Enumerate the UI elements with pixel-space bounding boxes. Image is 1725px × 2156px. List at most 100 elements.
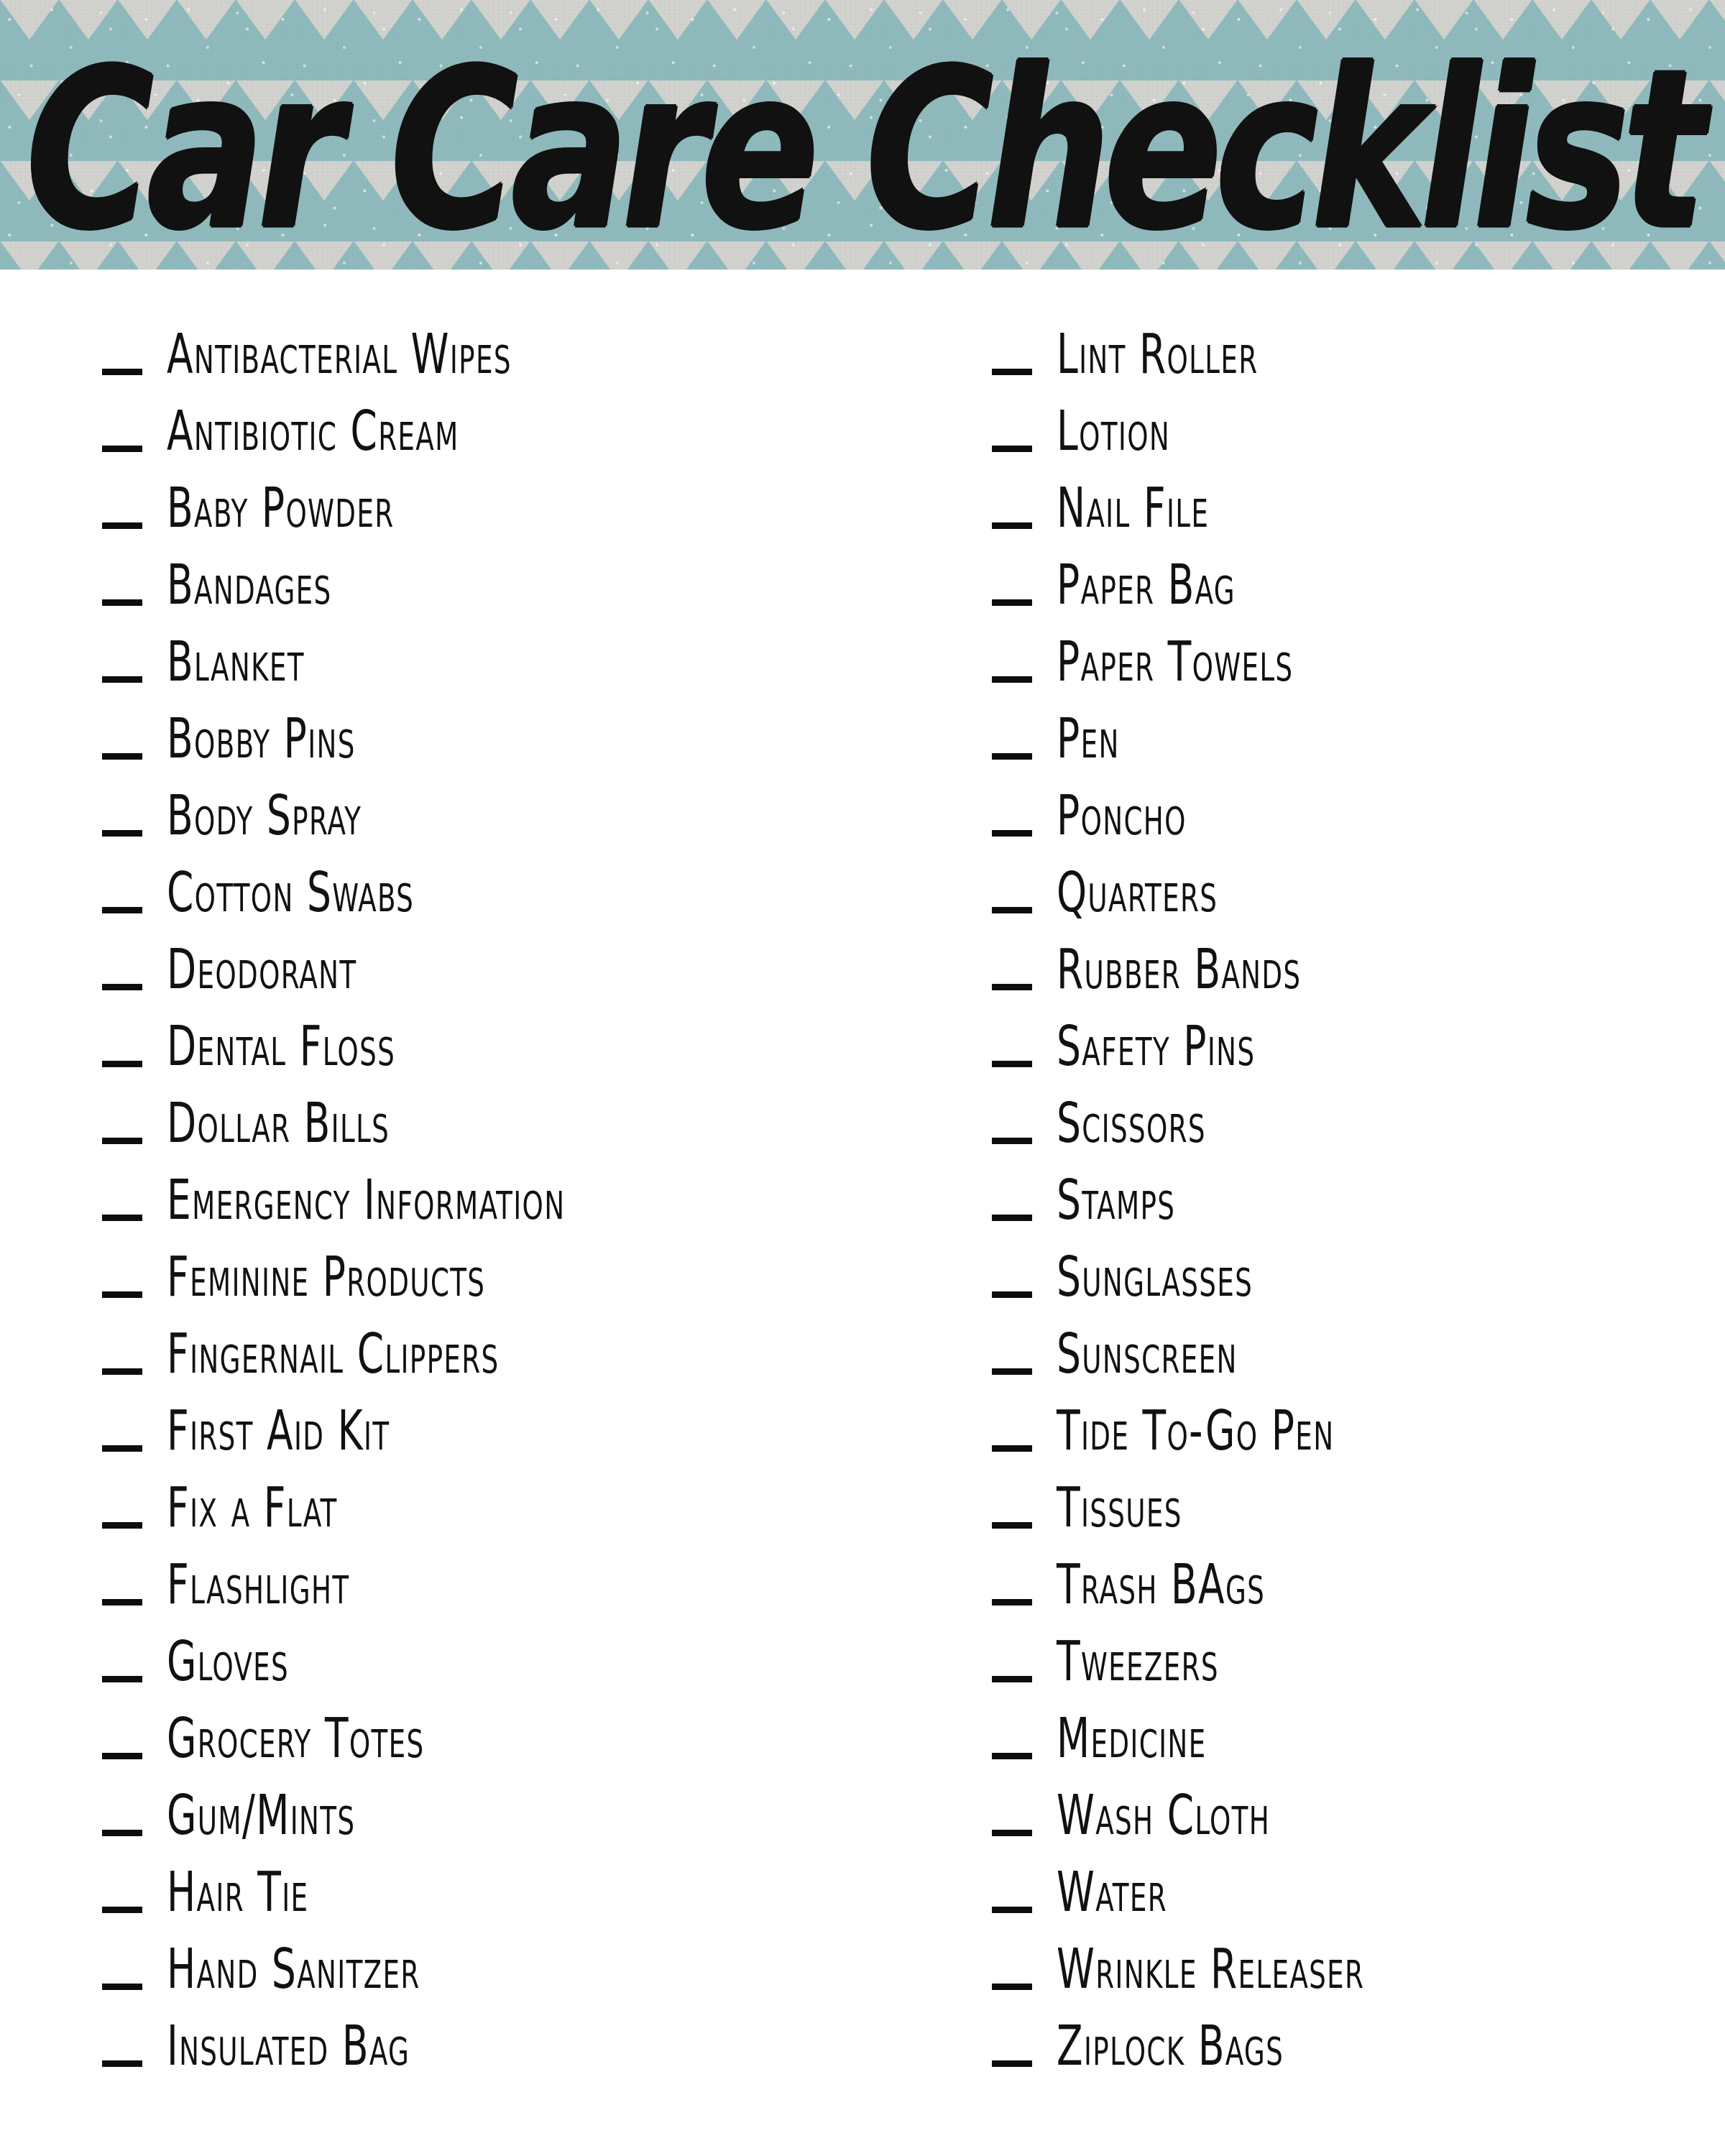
checklist-item[interactable]: Wrinkle Releaser xyxy=(992,1920,1725,1997)
checkbox-blank[interactable] xyxy=(992,1368,1032,1375)
checklist-item[interactable]: Wash Cloth xyxy=(992,1766,1725,1843)
checklist-item[interactable]: Dollar Bills xyxy=(102,1074,956,1151)
checklist-item[interactable]: Stamps xyxy=(992,1151,1725,1228)
checkbox-blank[interactable] xyxy=(102,1984,142,1990)
checklist-item[interactable]: Body Spray xyxy=(102,767,956,844)
checklist-item[interactable]: Grocery Totes xyxy=(102,1690,956,1766)
checklist-item[interactable]: Tissues xyxy=(992,1459,1725,1536)
checkbox-blank[interactable] xyxy=(102,1445,142,1452)
checklist-item[interactable]: Cotton Swabs xyxy=(102,844,956,921)
checkbox-blank[interactable] xyxy=(992,599,1032,606)
checkbox-blank[interactable] xyxy=(992,1830,1032,1836)
checklist-item-label: Body Spray xyxy=(167,783,362,848)
checklist-item[interactable]: Fix a Flat xyxy=(102,1459,956,1536)
checklist-item[interactable]: Hair Tie xyxy=(102,1843,956,1920)
checklist-item-label: Cotton Swabs xyxy=(167,860,415,925)
checklist-item[interactable]: Tide To-Go Pen xyxy=(992,1382,1725,1459)
checklist-item[interactable]: Baby Powder xyxy=(102,459,956,536)
checklist-item-label: Lotion xyxy=(1057,399,1171,464)
checkbox-blank[interactable] xyxy=(102,907,142,913)
checklist-item[interactable]: Lotion xyxy=(992,382,1725,459)
checkbox-blank[interactable] xyxy=(102,1676,142,1682)
checklist-item[interactable]: Paper Towels xyxy=(992,613,1725,690)
checklist-item[interactable]: Trash BAgs xyxy=(992,1536,1725,1613)
checkbox-blank[interactable] xyxy=(102,1215,142,1221)
checklist-item[interactable]: Sunscreen xyxy=(992,1305,1725,1382)
checkbox-blank[interactable] xyxy=(992,830,1032,837)
checklist-item[interactable]: Ziplock Bags xyxy=(992,1997,1725,2074)
checkbox-blank[interactable] xyxy=(992,1061,1032,1067)
checklist-item[interactable]: Water xyxy=(992,1843,1725,1920)
checklist-item[interactable]: Medicine xyxy=(992,1690,1725,1766)
checkbox-blank[interactable] xyxy=(102,446,142,452)
checklist-item[interactable]: Poncho xyxy=(992,767,1725,844)
checklist-item[interactable]: Flashlight xyxy=(102,1536,956,1613)
checklist-item[interactable]: Feminine Products xyxy=(102,1228,956,1305)
checkbox-blank[interactable] xyxy=(102,1599,142,1606)
checkbox-blank[interactable] xyxy=(102,1907,142,1913)
checklist-item[interactable]: Blanket xyxy=(102,613,956,690)
checklist-item[interactable]: Nail File xyxy=(992,459,1725,536)
checkbox-blank[interactable] xyxy=(992,1522,1032,1529)
checkbox-blank[interactable] xyxy=(102,599,142,606)
checklist-item[interactable]: Emergency Information xyxy=(102,1151,956,1228)
checkbox-blank[interactable] xyxy=(992,1215,1032,1221)
checklist-item[interactable]: Bobby Pins xyxy=(102,690,956,767)
checkbox-blank[interactable] xyxy=(992,984,1032,990)
checkbox-blank[interactable] xyxy=(102,1830,142,1836)
checklist-item[interactable]: Antibacterial Wipes xyxy=(102,305,956,382)
checkbox-blank[interactable] xyxy=(992,676,1032,683)
checklist-item[interactable]: Bandages xyxy=(102,536,956,613)
checklist-item[interactable]: First Aid Kit xyxy=(102,1382,956,1459)
checkbox-blank[interactable] xyxy=(992,2060,1032,2067)
checklist-item[interactable]: Insulated Bag xyxy=(102,1997,956,2074)
checkbox-blank[interactable] xyxy=(992,369,1032,375)
checkbox-blank[interactable] xyxy=(992,907,1032,913)
checkbox-blank[interactable] xyxy=(102,1753,142,1759)
checkbox-blank[interactable] xyxy=(992,1599,1032,1606)
checkbox-blank[interactable] xyxy=(102,2060,142,2067)
checkbox-blank[interactable] xyxy=(992,1676,1032,1682)
checkbox-blank[interactable] xyxy=(102,1522,142,1529)
checklist-item[interactable]: Hand Sanitzer xyxy=(102,1920,956,1997)
checklist-item-label: Pen xyxy=(1057,706,1120,771)
checkbox-blank[interactable] xyxy=(102,1291,142,1298)
checkbox-blank[interactable] xyxy=(992,446,1032,452)
checklist-item[interactable]: Antibiotic Cream xyxy=(102,382,956,459)
checklist-item[interactable]: Deodorant xyxy=(102,921,956,998)
checklist-item[interactable]: Pen xyxy=(992,690,1725,767)
checklist-item[interactable]: Dental Floss xyxy=(102,998,956,1074)
checkbox-blank[interactable] xyxy=(992,1445,1032,1452)
checkbox-blank[interactable] xyxy=(992,1291,1032,1298)
checkbox-blank[interactable] xyxy=(992,1907,1032,1913)
checkbox-blank[interactable] xyxy=(102,1061,142,1067)
checklist-item[interactable]: Scissors xyxy=(992,1074,1725,1151)
checkbox-blank[interactable] xyxy=(992,522,1032,529)
checkbox-blank[interactable] xyxy=(102,753,142,760)
checklist-item-label: Trash BAgs xyxy=(1057,1552,1266,1617)
checkbox-blank[interactable] xyxy=(102,830,142,837)
checklist-item[interactable]: Sunglasses xyxy=(992,1228,1725,1305)
checklist-item[interactable]: Tweezers xyxy=(992,1613,1725,1690)
checkbox-blank[interactable] xyxy=(992,1138,1032,1144)
checklist-item[interactable]: Gloves xyxy=(102,1613,956,1690)
checkbox-blank[interactable] xyxy=(102,984,142,990)
checklist-item[interactable]: Fingernail Clippers xyxy=(102,1305,956,1382)
checklist-item[interactable]: Lint Roller xyxy=(992,305,1725,382)
checkbox-blank[interactable] xyxy=(102,522,142,529)
checkbox-blank[interactable] xyxy=(102,676,142,683)
checklist-item[interactable]: Gum/Mints xyxy=(102,1766,956,1843)
checklist-column-right: Lint Roller Lotion Nail File Paper Bag Paper… xyxy=(956,305,1725,2074)
page-title: Car Care Checklist xyxy=(26,22,1706,270)
checklist-item-label: Insulated Bag xyxy=(167,2014,410,2078)
checkbox-blank[interactable] xyxy=(992,753,1032,760)
checkbox-blank[interactable] xyxy=(102,1138,142,1144)
checklist-item[interactable]: Quarters xyxy=(992,844,1725,921)
checklist-item[interactable]: Safety Pins xyxy=(992,998,1725,1074)
checklist-item[interactable]: Paper Bag xyxy=(992,536,1725,613)
checklist-item[interactable]: Rubber Bands xyxy=(992,921,1725,998)
checkbox-blank[interactable] xyxy=(992,1984,1032,1990)
checkbox-blank[interactable] xyxy=(102,369,142,375)
checkbox-blank[interactable] xyxy=(102,1368,142,1375)
checkbox-blank[interactable] xyxy=(992,1753,1032,1759)
